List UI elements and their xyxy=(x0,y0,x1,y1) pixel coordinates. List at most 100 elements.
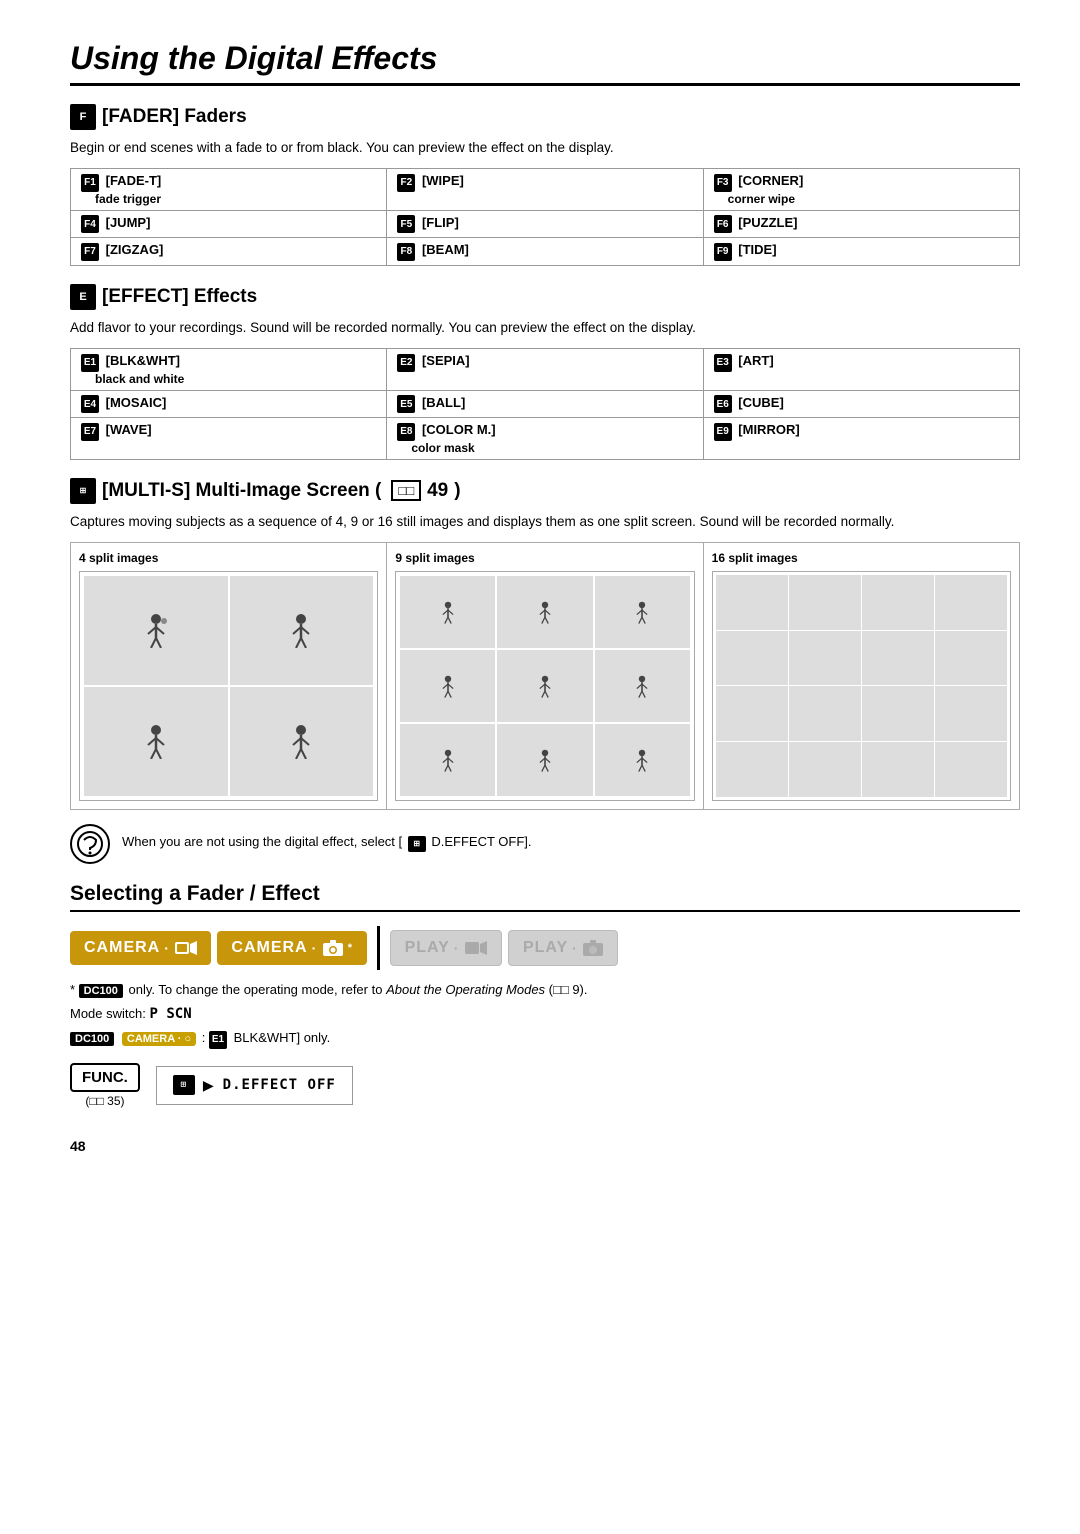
e4-badge: E4 xyxy=(81,395,99,413)
split-panel-4: 4 split images xyxy=(71,543,387,809)
e6-badge: E6 xyxy=(714,395,732,413)
f6-badge: F6 xyxy=(714,215,732,233)
selecting-section: Selecting a Fader / Effect CAMERA · CAME… xyxy=(70,882,1020,1108)
func-label: FUNC. xyxy=(82,1069,128,1086)
fader-section: F [FADER] Faders Begin or end scenes wit… xyxy=(70,104,1020,266)
p-scn-label: P SCN xyxy=(149,1006,191,1022)
split-cell xyxy=(789,686,861,741)
f4-badge: F4 xyxy=(81,215,99,233)
e5-badge: E5 xyxy=(397,395,415,413)
fader-header: F [FADER] Faders xyxy=(70,104,1020,130)
split-cell xyxy=(862,686,934,741)
sepia-label: [SEPIA] xyxy=(422,353,470,368)
effect-item-9: E9 [MIRROR] xyxy=(703,418,1019,460)
e7-badge: E7 xyxy=(81,423,99,441)
effect-section: E [EFFECT] Effects Add flavor to your re… xyxy=(70,284,1020,460)
split-cell xyxy=(935,631,1007,686)
page-ref: □□ xyxy=(391,480,421,501)
deffect-off-label: D.EFFECT OFF xyxy=(223,1077,336,1093)
deffect-off-icon: ⊞ xyxy=(173,1075,195,1095)
corner-label: [CORNER] xyxy=(738,173,803,188)
fade-t-sub: fade trigger xyxy=(81,192,376,206)
effect-title: [EFFECT] Effects xyxy=(102,286,257,308)
split-panel-9: 9 split images xyxy=(387,543,703,809)
multi-icon: ⊞ xyxy=(70,478,96,504)
split-cell xyxy=(935,686,1007,741)
dc100-badge: DC100 xyxy=(79,984,123,998)
e2-badge: E2 xyxy=(397,354,415,372)
asterisk-note: * DC100 only. To change the operating mo… xyxy=(70,982,1020,998)
tip-box: When you are not using the digital effec… xyxy=(70,824,1020,864)
split-cell xyxy=(595,650,690,722)
split-cell xyxy=(789,631,861,686)
mode-separator xyxy=(377,926,380,970)
wipe-label: [WIPE] xyxy=(422,173,464,188)
e3-badge: E3 xyxy=(714,354,732,372)
split-cell xyxy=(497,724,592,796)
video-camera-icon xyxy=(175,940,197,956)
effect-item-6: E6 [CUBE] xyxy=(703,390,1019,418)
fader-item-3: F3 [CORNER] corner wipe xyxy=(703,169,1019,211)
fader-title: [FADER] Faders xyxy=(102,106,247,128)
split-cell xyxy=(862,631,934,686)
camera-photo-button[interactable]: CAMERA · * xyxy=(217,931,366,965)
fader-table: F1 [FADE-T] fade trigger F2 [WIPE] F3 [C… xyxy=(70,168,1020,266)
page-number: 48 xyxy=(70,1138,86,1154)
effect-icon: E xyxy=(70,284,96,310)
mode-buttons: CAMERA · CAMERA · * PLAY · xyxy=(70,926,1020,970)
effect-item-2: E2 [SEPIA] xyxy=(387,349,703,391)
fader-item-4: F4 [JUMP] xyxy=(71,210,387,238)
page-title: Using the Digital Effects xyxy=(70,40,1020,86)
fader-item-1: F1 [FADE-T] fade trigger xyxy=(71,169,387,211)
table-row: E4 [MOSAIC] E5 [BALL] E6 [CUBE] xyxy=(71,390,1020,418)
effect-item-3: E3 [ART] xyxy=(703,349,1019,391)
camera-video-label: CAMERA xyxy=(84,939,160,957)
fade-t-label: [FADE-T] xyxy=(106,173,162,188)
effect-item-8: E8 [COLOR M.] color mask xyxy=(387,418,703,460)
table-row: E7 [WAVE] E8 [COLOR M.] color mask E9 [M… xyxy=(71,418,1020,460)
multi-description: Captures moving subjects as a sequence o… xyxy=(70,512,1020,532)
art-label: [ART] xyxy=(738,353,773,368)
tide-label: [TIDE] xyxy=(738,242,776,257)
split-cell xyxy=(400,650,495,722)
page-number-area: 48 xyxy=(70,1138,1020,1154)
f8-badge: F8 xyxy=(397,243,415,261)
play-video-button[interactable]: PLAY · xyxy=(390,930,502,966)
split-label-16: 16 split images xyxy=(712,551,1011,565)
camera-video-icon: · xyxy=(164,940,169,956)
f5-badge: F5 xyxy=(397,215,415,233)
play-video-label: PLAY xyxy=(405,939,450,957)
e1-badge-ref: E1 xyxy=(209,1031,227,1049)
split-cell xyxy=(497,650,592,722)
dc100-badge-2: DC100 xyxy=(70,1032,114,1046)
e1-badge: E1 xyxy=(81,354,99,372)
play-dot: · xyxy=(454,940,459,956)
arrow-symbol: ▶ xyxy=(203,1075,215,1096)
blkwht-sub: black and white xyxy=(81,372,376,386)
play-photo-dot: · xyxy=(572,940,577,956)
table-row: F7 [ZIGZAG] F8 [BEAM] F9 [TIDE] xyxy=(71,238,1020,266)
zigzag-label: [ZIGZAG] xyxy=(106,242,164,257)
play-photo-button[interactable]: PLAY · xyxy=(508,930,618,966)
camera-video-button[interactable]: CAMERA · xyxy=(70,931,211,965)
split-cell xyxy=(230,687,374,796)
table-row: F4 [JUMP] F5 [FLIP] F6 [PUZZLE] xyxy=(71,210,1020,238)
func-box: FUNC. xyxy=(70,1063,140,1092)
multi-header: ⊞ [MULTI-S] Multi-Image Screen ( □□ 49 ) xyxy=(70,478,1020,504)
selecting-header: Selecting a Fader / Effect xyxy=(70,882,1020,912)
mode-switch-line: Mode switch: P SCN xyxy=(70,1006,1020,1022)
split-panel-16: 16 split images xyxy=(704,543,1019,809)
f9-badge: F9 xyxy=(714,243,732,261)
dc100-camera-note: DC100 CAMERA · ○ : E1 BLK&WHT] only. xyxy=(70,1030,1020,1049)
split-cell xyxy=(716,575,788,630)
split-cell xyxy=(789,575,861,630)
fader-item-6: F6 [PUZZLE] xyxy=(703,210,1019,238)
camera-dot: · xyxy=(312,940,317,956)
split-cell xyxy=(400,576,495,648)
page-ref-num: 49 xyxy=(427,480,448,502)
camera-photo-label: CAMERA xyxy=(231,939,307,957)
effect-item-1: E1 [BLK&WHT] black and white xyxy=(71,349,387,391)
asterisk: * xyxy=(348,942,353,954)
tip-text: When you are not using the digital effec… xyxy=(122,824,532,852)
close-paren: ) xyxy=(454,480,460,502)
